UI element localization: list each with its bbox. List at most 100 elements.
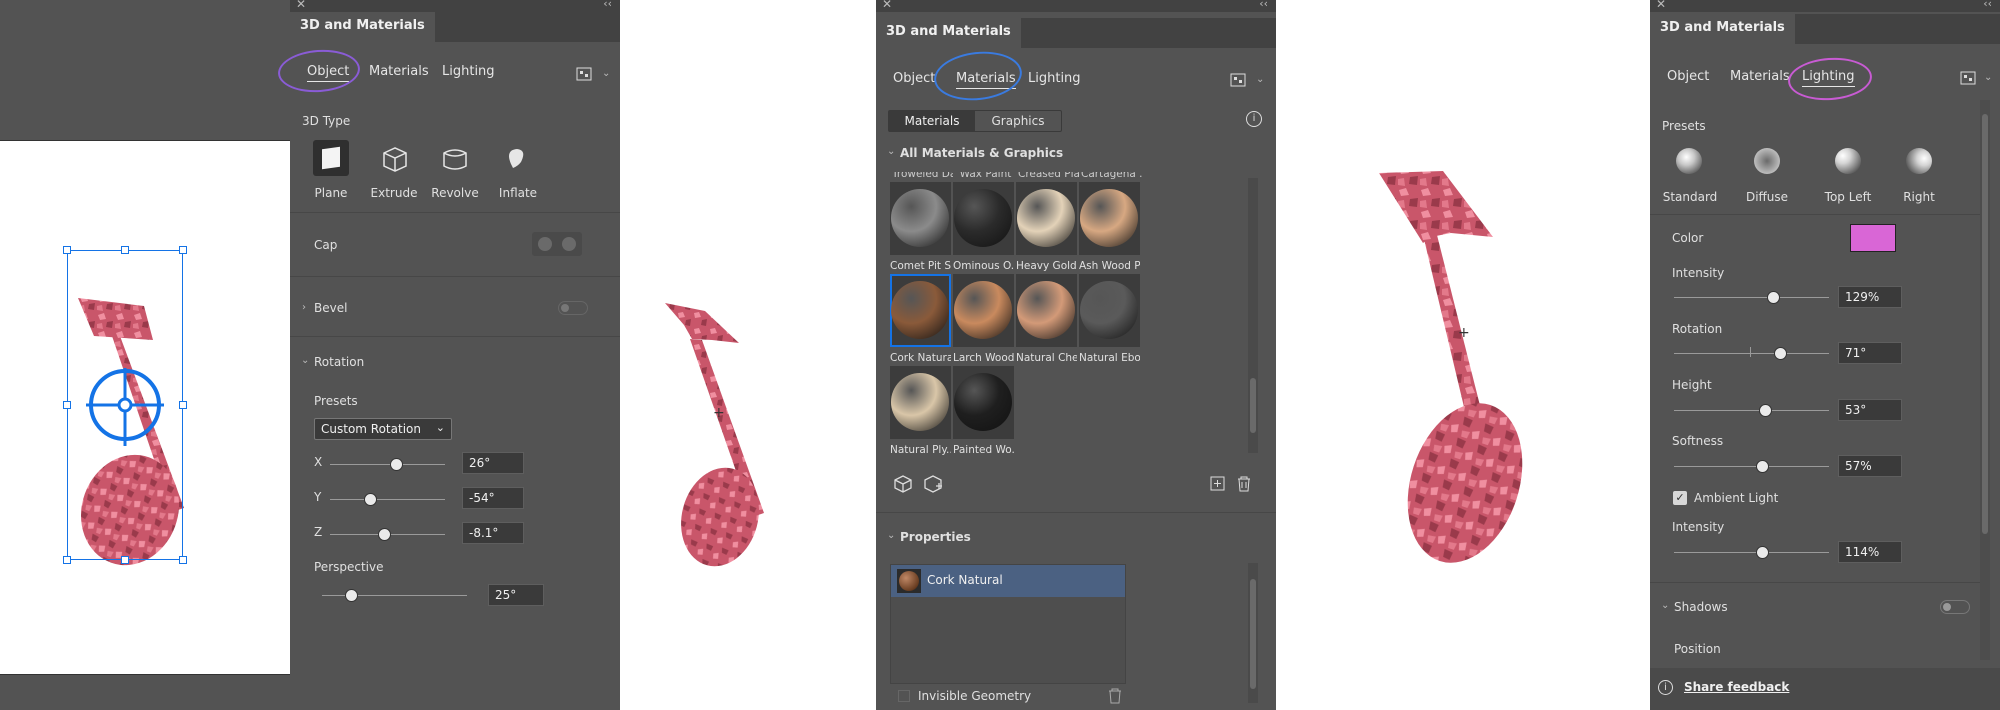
rotation-value-field[interactable]: 71° bbox=[1838, 342, 1902, 364]
top-left-light-icon[interactable] bbox=[1835, 148, 1861, 174]
chevron-down-icon[interactable]: ⌄ bbox=[1984, 72, 1992, 83]
z-value-field[interactable]: -8.1° bbox=[462, 522, 524, 544]
material-tile[interactable]: Heavy Gold... bbox=[1016, 182, 1077, 272]
info-icon[interactable]: i bbox=[1246, 111, 1262, 127]
render-settings-icon[interactable] bbox=[1960, 70, 1978, 86]
rotation-slider-thumb[interactable] bbox=[1774, 347, 1788, 360]
rotation-slider-track[interactable] bbox=[1674, 353, 1829, 354]
tab-materials[interactable]: Materials bbox=[369, 64, 429, 79]
rotation-preset-dropdown[interactable]: Custom Rotation ⌄ bbox=[314, 418, 452, 440]
right-light-icon[interactable] bbox=[1906, 148, 1932, 174]
collapse-icon[interactable]: ‹‹ bbox=[603, 0, 612, 10]
material-tile[interactable]: Natural Che... bbox=[1016, 274, 1077, 364]
extrude-icon[interactable] bbox=[379, 144, 409, 174]
panel-tab-3d-materials[interactable]: 3D and Materials bbox=[1650, 14, 1795, 44]
intensity-slider-thumb[interactable] bbox=[1766, 291, 1780, 304]
shadows-section-label[interactable]: Shadows bbox=[1674, 600, 1728, 614]
material-tile[interactable]: Natural Ply... bbox=[890, 366, 951, 456]
height-slider-track[interactable] bbox=[1674, 410, 1829, 411]
perspective-value-field[interactable]: 25° bbox=[488, 584, 544, 606]
scrollbar-thumb[interactable] bbox=[1982, 114, 1988, 534]
revolve-icon[interactable] bbox=[440, 144, 470, 174]
tab-object[interactable]: Object bbox=[1667, 69, 1709, 84]
x-value-field[interactable]: 26° bbox=[462, 452, 524, 474]
ambient-intensity-value-field[interactable]: 114% bbox=[1838, 541, 1902, 563]
tab-materials[interactable]: Materials bbox=[1730, 69, 1790, 84]
all-materials-section[interactable]: All Materials & Graphics bbox=[900, 146, 1063, 160]
chevron-down-icon[interactable]: ⌄ bbox=[301, 355, 309, 366]
music-note-object-3[interactable] bbox=[1375, 165, 1555, 575]
properties-scrollbar[interactable] bbox=[1248, 563, 1258, 703]
material-tile[interactable]: Comet Pit Su... bbox=[890, 182, 951, 272]
light-color-swatch[interactable] bbox=[1850, 224, 1896, 252]
new-material-icon[interactable] bbox=[1210, 476, 1226, 492]
shadows-toggle[interactable] bbox=[1940, 600, 1970, 614]
softness-slider-thumb[interactable] bbox=[1755, 460, 1769, 473]
properties-section[interactable]: Properties bbox=[900, 530, 971, 544]
handle-middle-left[interactable] bbox=[63, 401, 71, 409]
chevron-down-icon[interactable]: ⌄ bbox=[602, 68, 610, 79]
collapse-icon[interactable]: ‹‹ bbox=[1259, 0, 1268, 10]
add-3d-object-icon[interactable] bbox=[892, 474, 914, 494]
ambient-light-checkbox[interactable]: ✓ bbox=[1673, 491, 1687, 505]
x-slider-track[interactable] bbox=[330, 464, 445, 465]
diffuse-light-icon[interactable] bbox=[1754, 148, 1780, 174]
trash-icon[interactable] bbox=[1237, 476, 1251, 492]
close-icon[interactable]: ✕ bbox=[296, 0, 306, 11]
y-slider-track[interactable] bbox=[330, 499, 445, 500]
handle-bottom-right[interactable] bbox=[179, 556, 187, 564]
panel-scrollbar[interactable] bbox=[1980, 100, 1990, 660]
ambient-intensity-slider-track[interactable] bbox=[1674, 552, 1829, 553]
y-slider-thumb[interactable] bbox=[363, 493, 377, 506]
tab-lighting[interactable]: Lighting bbox=[1028, 71, 1081, 86]
close-icon[interactable]: ✕ bbox=[1656, 0, 1666, 11]
rotation-widget-icon[interactable] bbox=[86, 368, 164, 446]
scrollbar-thumb[interactable] bbox=[1250, 378, 1256, 433]
scrollbar-thumb[interactable] bbox=[1250, 579, 1256, 689]
handle-bottom-left[interactable] bbox=[63, 556, 71, 564]
intensity-slider-track[interactable] bbox=[1674, 297, 1829, 298]
z-slider-thumb[interactable] bbox=[377, 528, 391, 541]
panel-tab-3d-materials[interactable]: 3D and Materials bbox=[876, 18, 1021, 48]
ambient-intensity-slider-thumb[interactable] bbox=[1755, 546, 1769, 559]
perspective-slider-thumb[interactable] bbox=[344, 589, 358, 602]
material-tile[interactable]: Natural Ebo... bbox=[1079, 274, 1140, 364]
handle-top-middle[interactable] bbox=[121, 246, 129, 254]
standard-light-icon[interactable] bbox=[1676, 148, 1702, 174]
height-value-field[interactable]: 53° bbox=[1838, 399, 1902, 421]
import-material-icon[interactable] bbox=[922, 474, 944, 494]
chevron-down-icon[interactable]: ⌄ bbox=[887, 146, 895, 157]
height-slider-thumb[interactable] bbox=[1758, 404, 1772, 417]
intensity-value-field[interactable]: 129% bbox=[1838, 286, 1902, 308]
panel-tab-3d-materials[interactable]: 3D and Materials bbox=[290, 12, 435, 42]
chevron-down-icon[interactable]: ⌄ bbox=[887, 530, 895, 541]
subtab-graphics[interactable]: Graphics bbox=[975, 111, 1061, 131]
render-settings-icon[interactable] bbox=[576, 66, 594, 82]
handle-middle-right[interactable] bbox=[179, 401, 187, 409]
subtab-materials[interactable]: Materials bbox=[889, 111, 975, 131]
x-slider-thumb[interactable] bbox=[390, 458, 404, 471]
collapse-icon[interactable]: ‹‹ bbox=[1983, 0, 1992, 10]
handle-top-right[interactable] bbox=[179, 246, 187, 254]
tab-object[interactable]: Object bbox=[893, 71, 935, 86]
share-feedback-link[interactable]: Share feedback bbox=[1684, 680, 1789, 694]
tab-lighting[interactable]: Lighting bbox=[442, 64, 495, 79]
materials-scrollbar[interactable] bbox=[1248, 178, 1258, 453]
chevron-down-icon[interactable]: ⌄ bbox=[1661, 600, 1669, 611]
material-tile[interactable]: Painted Wo... bbox=[953, 366, 1014, 456]
material-tile[interactable]: Ominous O... bbox=[953, 182, 1014, 272]
y-value-field[interactable]: -54° bbox=[462, 487, 524, 509]
properties-item-selected[interactable]: Cork Natural bbox=[891, 565, 1125, 597]
inflate-icon[interactable] bbox=[501, 144, 531, 174]
softness-slider-track[interactable] bbox=[1674, 466, 1829, 467]
render-settings-icon[interactable] bbox=[1230, 72, 1248, 88]
music-note-object-2[interactable] bbox=[660, 295, 780, 575]
softness-value-field[interactable]: 57% bbox=[1838, 455, 1902, 477]
chevron-down-icon[interactable]: ⌄ bbox=[1256, 74, 1264, 85]
handle-bottom-middle[interactable] bbox=[121, 556, 129, 564]
material-tile[interactable]: Larch Wood... bbox=[953, 274, 1014, 364]
material-tile[interactable]: Cork Natural bbox=[890, 274, 951, 364]
type-plane-button[interactable] bbox=[313, 140, 349, 176]
close-icon[interactable]: ✕ bbox=[882, 0, 892, 11]
material-tile[interactable]: Ash Wood P... bbox=[1079, 182, 1140, 272]
